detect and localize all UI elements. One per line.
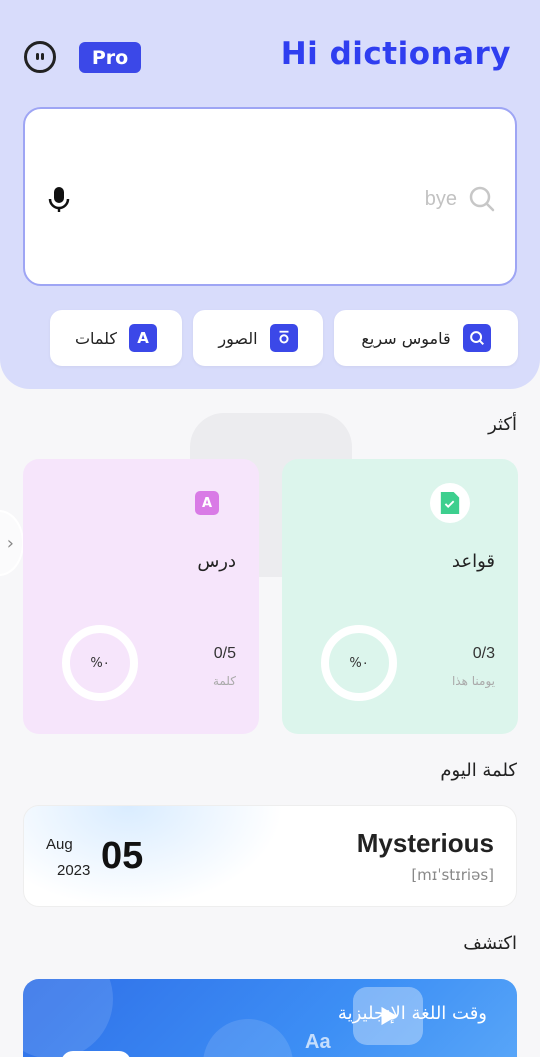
banner-text: وقت اللغة الإنجليزية (337, 1003, 487, 1024)
lesson-title: درس (197, 551, 236, 572)
images-label: الصور (218, 328, 258, 348)
document-icon (430, 483, 470, 523)
letter-a-icon: A (187, 483, 227, 523)
lesson-progress-ring: %٠ (62, 625, 138, 701)
wod-month: Aug (46, 836, 73, 853)
wod-word: Mysterious (356, 828, 494, 858)
more-section-title: أكثر (488, 414, 517, 435)
side-expand-tab[interactable]: › (0, 510, 24, 576)
discover-banner[interactable]: Aa وقت اللغة الإنجليزية (23, 979, 517, 1057)
wod-phonetic: [mɪˈstɪriəs] (411, 866, 494, 884)
lesson-card[interactable]: A درس %٠ 0/5 كلمة (23, 459, 259, 734)
banner-button[interactable] (61, 1051, 131, 1057)
search-box[interactable]: bye (23, 107, 517, 286)
grammar-progress-ring: %٠ (321, 625, 397, 701)
header-panel: Pro Hi dictionary bye قاموس سريع الصور ك… (0, 0, 540, 389)
search-icon (462, 324, 491, 352)
quick-dictionary-button[interactable]: قاموس سريع (334, 310, 518, 366)
grammar-title: قواعد (451, 551, 495, 572)
chevron-right-icon: › (6, 532, 14, 554)
wod-year: 2023 (57, 862, 91, 879)
profile-face-icon[interactable] (24, 41, 56, 73)
search-icon[interactable] (469, 186, 495, 212)
words-label: كلمات (74, 328, 118, 348)
pro-badge-button[interactable]: Pro (79, 42, 141, 73)
grammar-subtitle: يومنا هذا (451, 674, 495, 688)
camera-icon (269, 324, 298, 352)
banner-glyph: Aa (305, 1031, 331, 1053)
grammar-percent: %٠ (349, 655, 369, 671)
word-of-day-title: كلمة اليوم (440, 760, 517, 781)
lesson-count: 0/5 (213, 645, 236, 662)
wod-day: 05 (101, 835, 144, 877)
words-button[interactable]: كلمات A (50, 310, 182, 366)
app-title: Hi dictionary (280, 36, 511, 72)
grammar-count: 0/3 (472, 645, 495, 662)
search-placeholder[interactable]: bye (425, 188, 457, 211)
discover-title: اكتشف (463, 933, 517, 954)
images-button[interactable]: الصور (193, 310, 323, 366)
word-of-day-card[interactable]: Aug 2023 05 Mysterious [mɪˈstɪriəs] (23, 805, 517, 907)
grammar-card[interactable]: قواعد %٠ 0/3 يومنا هذا (282, 459, 518, 734)
lesson-percent: %٠ (90, 655, 110, 671)
home-screen: Pro Hi dictionary bye قاموس سريع الصور ك… (0, 0, 540, 1057)
microphone-icon[interactable] (47, 187, 71, 213)
lesson-subtitle: كلمة (212, 674, 236, 688)
quick-dictionary-label: قاموس سريع (361, 328, 451, 348)
letter-a-icon: A (129, 324, 158, 352)
